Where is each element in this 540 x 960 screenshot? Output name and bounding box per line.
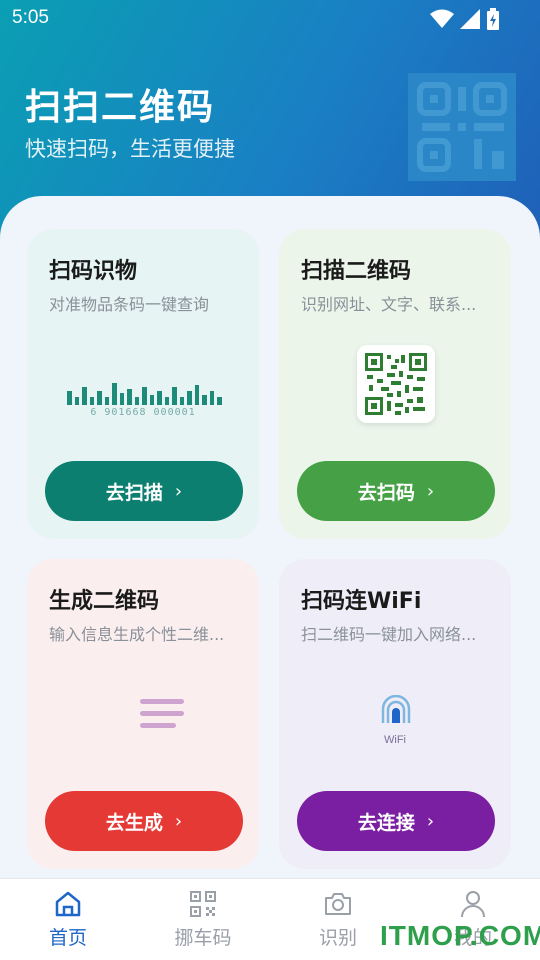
card-description: 对准物品条码一键查询 — [49, 295, 210, 314]
card-description: 扫二维码一键加入网络... — [301, 625, 477, 644]
card-title: 扫码连WiFi — [301, 589, 422, 614]
card-title: 扫码识物 — [49, 259, 138, 284]
chevron-right-icon: › — [426, 810, 435, 832]
page-title: 扫扫二维码 — [25, 87, 216, 128]
button-label: 去连接 — [357, 811, 415, 834]
battery-icon — [487, 8, 499, 30]
nav-label: 首页 — [48, 927, 87, 949]
chevron-right-icon: › — [174, 810, 183, 832]
button-label: 去生成 — [105, 811, 163, 834]
nav-item-recognize[interactable]: 识别 — [298, 889, 378, 950]
page-subtitle: 快速扫码，生活更便捷 — [25, 137, 235, 161]
nav-label: 挪车码 — [174, 927, 232, 949]
card-generate-qr[interactable]: 生成二维码 输入信息生成个性二维... 去生成 › — [27, 559, 259, 869]
button-label: 去扫码 — [357, 481, 415, 504]
user-icon — [461, 891, 485, 918]
card-wifi-connect[interactable]: 扫码连WiFi 扫二维码一键加入网络... WiFi 去连接 › — [279, 559, 511, 869]
nav-item-parking-code[interactable]: 挪车码 — [163, 889, 243, 950]
status-time: 5:05 — [12, 7, 49, 28]
home-icon — [55, 891, 81, 917]
button-label: 去扫描 — [105, 481, 163, 504]
qr-decoration-icon — [408, 73, 516, 181]
chevron-right-icon: › — [174, 480, 183, 502]
nav-item-home[interactable]: 首页 — [28, 889, 108, 950]
go-scan-button[interactable]: 去扫描 › — [45, 461, 243, 521]
wifi-signal-icon — [430, 9, 454, 28]
card-description: 识别网址、文字、联系... — [301, 295, 477, 314]
status-bar: 5:05 — [0, 0, 540, 36]
barcode-number: 6 901668 000001 — [90, 407, 196, 418]
camera-icon — [325, 893, 351, 915]
text-lines-icon — [140, 699, 184, 728]
chevron-right-icon: › — [426, 480, 435, 502]
qr-code-icon — [357, 345, 435, 423]
card-scan-item[interactable]: 扫码识物 对准物品条码一键查询 6 901668 000001 去扫描 › — [27, 229, 259, 539]
qr-icon — [190, 891, 216, 917]
card-scan-qr[interactable]: 扫描二维码 识别网址、文字、联系... 去扫码 › — [279, 229, 511, 539]
card-title: 生成二维码 — [49, 589, 160, 614]
cell-signal-icon — [460, 9, 480, 29]
wifi-lock-icon — [381, 695, 411, 723]
card-description: 输入信息生成个性二维... — [49, 625, 225, 644]
card-title: 扫描二维码 — [301, 259, 412, 284]
nav-label: 识别 — [318, 927, 357, 949]
watermark: ITMOP.COM — [380, 920, 540, 951]
go-connect-button[interactable]: 去连接 › — [297, 791, 495, 851]
go-scan-qr-button[interactable]: 去扫码 › — [297, 461, 495, 521]
go-generate-button[interactable]: 去生成 › — [45, 791, 243, 851]
wifi-label: WiFi — [384, 734, 406, 746]
status-icons — [430, 8, 500, 30]
